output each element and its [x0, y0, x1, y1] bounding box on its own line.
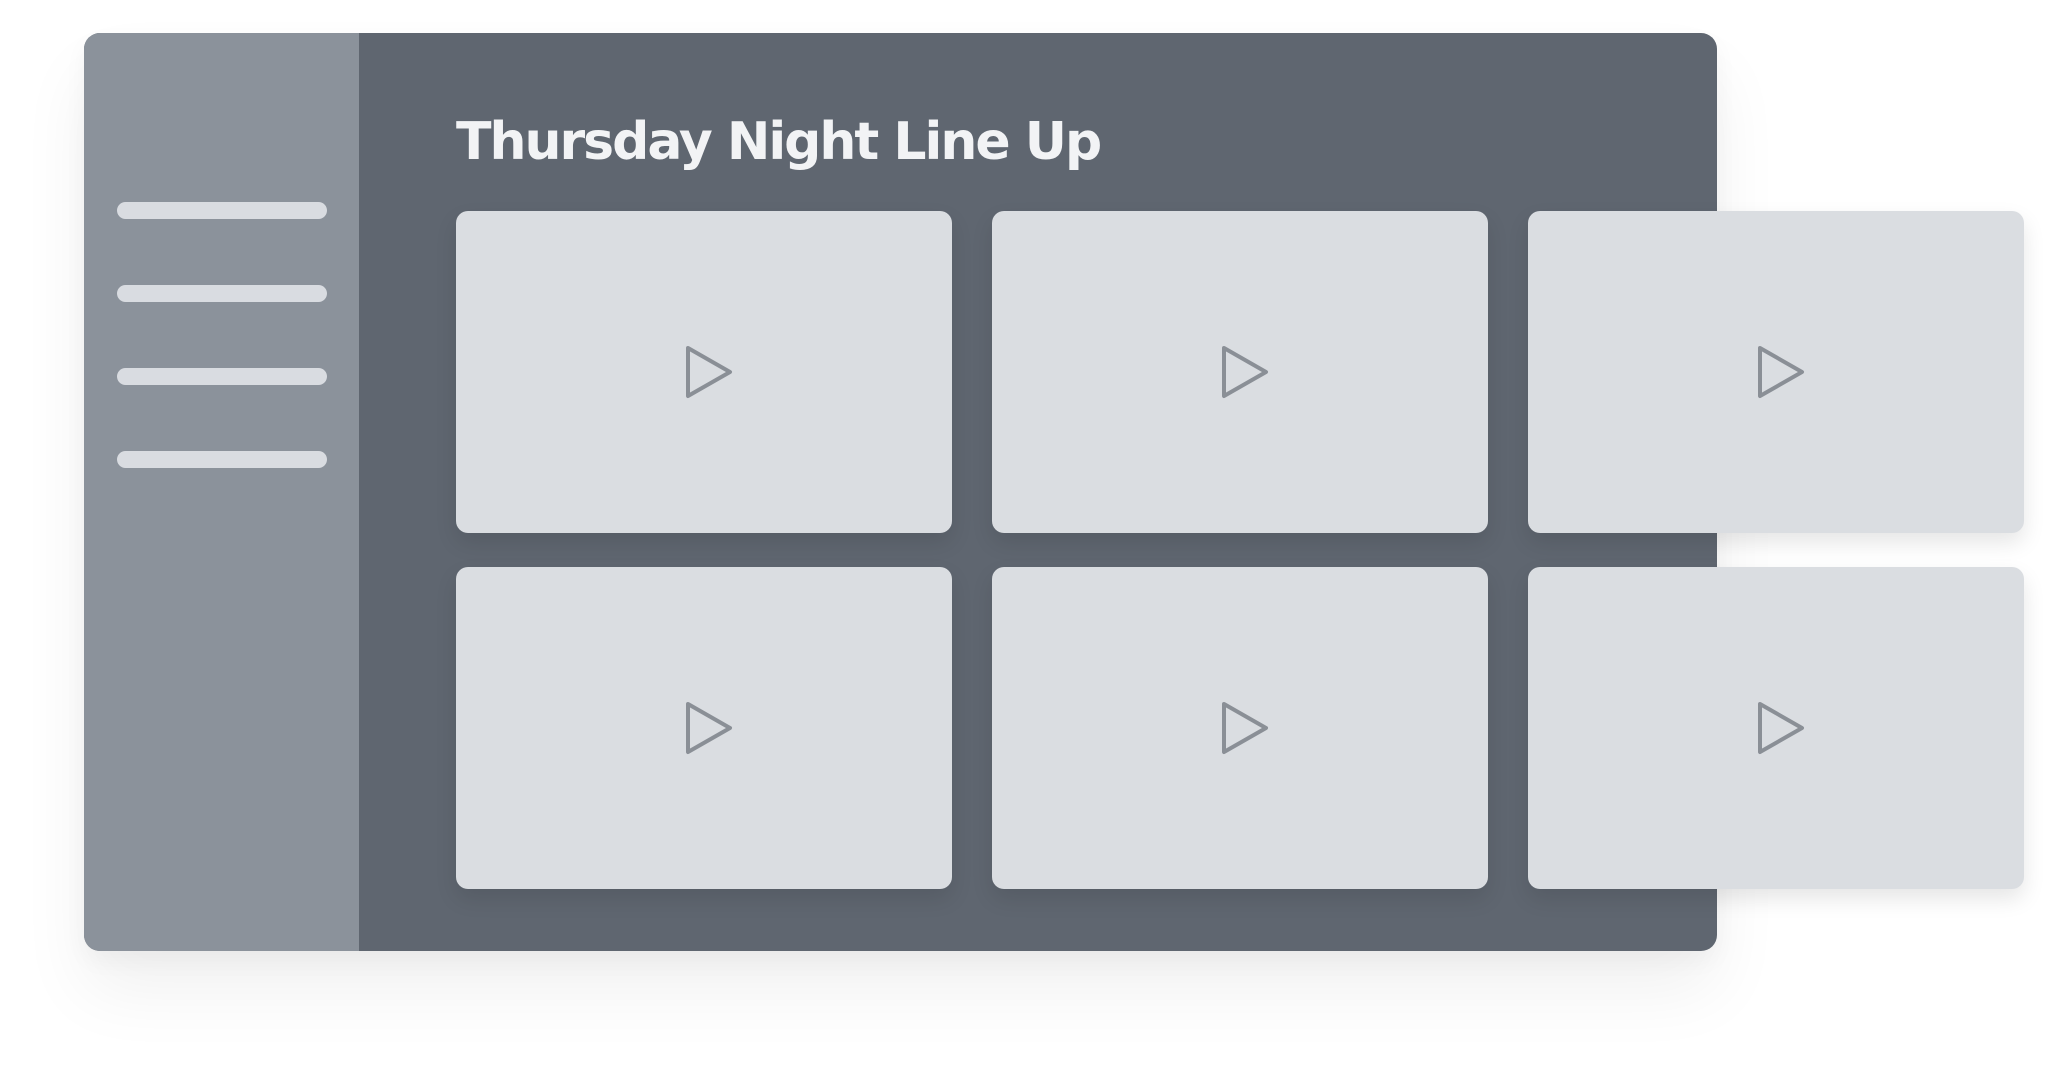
video-card[interactable] — [992, 567, 1488, 889]
play-icon — [1220, 700, 1270, 756]
video-card[interactable] — [1528, 567, 2024, 889]
play-icon — [1756, 344, 1806, 400]
video-card[interactable] — [456, 567, 952, 889]
play-icon — [684, 344, 734, 400]
sidebar-item-2[interactable] — [117, 285, 327, 302]
video-card[interactable] — [992, 211, 1488, 533]
sidebar — [84, 33, 359, 951]
play-icon — [684, 700, 734, 756]
sidebar-item-4[interactable] — [117, 451, 327, 468]
sidebar-item-1[interactable] — [117, 202, 327, 219]
video-card[interactable] — [456, 211, 952, 533]
video-card[interactable] — [1528, 211, 2024, 533]
play-icon — [1756, 700, 1806, 756]
page-title: Thursday Night Line Up — [456, 112, 1102, 172]
sidebar-item-3[interactable] — [117, 368, 327, 385]
play-icon — [1220, 344, 1270, 400]
